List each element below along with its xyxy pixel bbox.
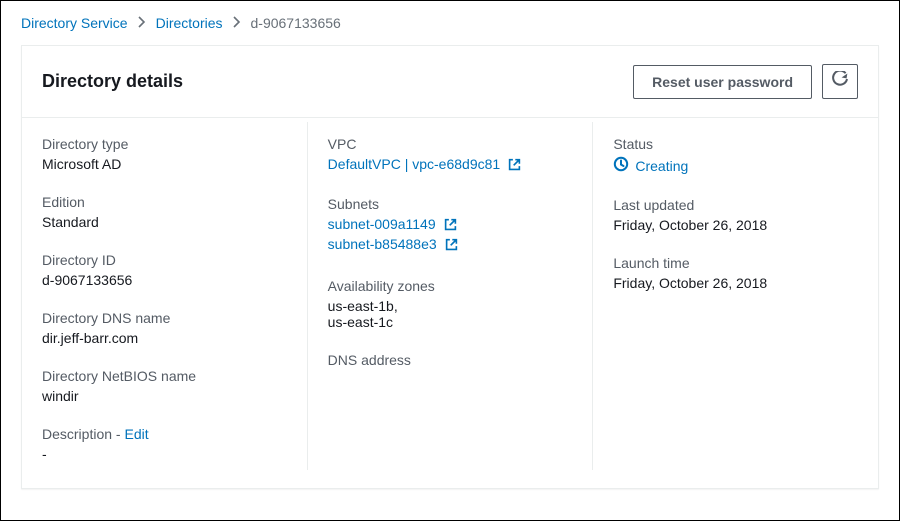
- field-edition: Edition Standard: [42, 180, 287, 238]
- vpc-label: VPC: [328, 136, 573, 152]
- edit-description-link[interactable]: Edit: [124, 426, 148, 442]
- field-availability-zones: Availability zones us-east-1b, us-east-1…: [328, 264, 573, 338]
- subnet-1-text: subnet-009a1149: [328, 216, 436, 232]
- status-value: Creating: [635, 158, 688, 174]
- subnet-2-link[interactable]: subnet-b85488e3: [328, 236, 573, 254]
- field-subnets: Subnets subnet-009a1149 subnet-b85488e3: [328, 182, 573, 264]
- directory-id-label: Directory ID: [42, 252, 287, 268]
- panel-header: Directory details Reset user password: [22, 46, 878, 118]
- breadcrumb-service-link[interactable]: Directory Service: [21, 15, 128, 31]
- breadcrumb-current: d-9067133656: [251, 15, 341, 31]
- breadcrumb: Directory Service Directories d-90671336…: [1, 1, 899, 41]
- field-vpc: VPC DefaultVPC | vpc-e68d9c81: [328, 122, 573, 182]
- description-label: Description: [42, 426, 112, 442]
- status-label: Status: [613, 136, 858, 152]
- vpc-link-text: DefaultVPC | vpc-e68d9c81: [328, 156, 501, 172]
- panel-body: Directory type Microsoft AD Edition Stan…: [22, 118, 878, 488]
- column-general: Directory type Microsoft AD Edition Stan…: [22, 122, 307, 470]
- column-networking: VPC DefaultVPC | vpc-e68d9c81 Subnets su…: [307, 122, 593, 470]
- field-description: Description - Edit -: [42, 412, 287, 470]
- external-link-icon: [445, 238, 458, 254]
- field-netbios: Directory NetBIOS name windir: [42, 354, 287, 412]
- launch-time-label: Launch time: [613, 255, 858, 271]
- field-directory-type: Directory type Microsoft AD: [42, 122, 287, 180]
- external-link-icon: [444, 218, 457, 234]
- field-directory-id: Directory ID d-9067133656: [42, 238, 287, 296]
- description-label-row: Description - Edit: [42, 426, 287, 442]
- netbios-label: Directory NetBIOS name: [42, 368, 287, 384]
- dns-name-label: Directory DNS name: [42, 310, 287, 326]
- field-last-updated: Last updated Friday, October 26, 2018: [613, 183, 858, 241]
- directory-details-panel: Directory details Reset user password Di…: [21, 45, 879, 489]
- directory-type-label: Directory type: [42, 136, 287, 152]
- vpc-link[interactable]: DefaultVPC | vpc-e68d9c81: [328, 156, 521, 172]
- field-status: Status Creating: [613, 122, 858, 183]
- az-value: us-east-1b, us-east-1c: [328, 298, 573, 330]
- external-link-icon: [508, 158, 521, 174]
- directory-type-value: Microsoft AD: [42, 156, 287, 172]
- dns-name-value: dir.jeff-barr.com: [42, 330, 287, 346]
- launch-time-value: Friday, October 26, 2018: [613, 275, 858, 291]
- netbios-value: windir: [42, 388, 287, 404]
- field-launch-time: Launch time Friday, October 26, 2018: [613, 241, 858, 299]
- edition-label: Edition: [42, 194, 287, 210]
- az-label: Availability zones: [328, 278, 573, 294]
- last-updated-label: Last updated: [613, 197, 858, 213]
- header-actions: Reset user password: [633, 64, 858, 99]
- clock-icon: [613, 156, 629, 175]
- field-dns-address: DNS address: [328, 338, 573, 380]
- edition-value: Standard: [42, 214, 287, 230]
- breadcrumb-directories-link[interactable]: Directories: [156, 15, 223, 31]
- refresh-button[interactable]: [822, 64, 858, 99]
- directory-id-value: d-9067133656: [42, 272, 287, 288]
- page-title: Directory details: [42, 71, 183, 92]
- description-value: -: [42, 446, 287, 462]
- subnets-label: Subnets: [328, 196, 573, 212]
- field-dns-name: Directory DNS name dir.jeff-barr.com: [42, 296, 287, 354]
- last-updated-value: Friday, October 26, 2018: [613, 217, 858, 233]
- reset-password-button[interactable]: Reset user password: [633, 65, 812, 99]
- refresh-icon: [832, 71, 848, 92]
- subnet-1-link[interactable]: subnet-009a1149: [328, 216, 573, 234]
- description-separator: -: [112, 426, 124, 442]
- dns-address-label: DNS address: [328, 352, 573, 368]
- column-status: Status Creating Last updated Friday, Oct…: [592, 122, 878, 470]
- chevron-right-icon: [138, 16, 146, 31]
- chevron-right-icon: [233, 16, 241, 31]
- subnet-2-text: subnet-b85488e3: [328, 236, 437, 252]
